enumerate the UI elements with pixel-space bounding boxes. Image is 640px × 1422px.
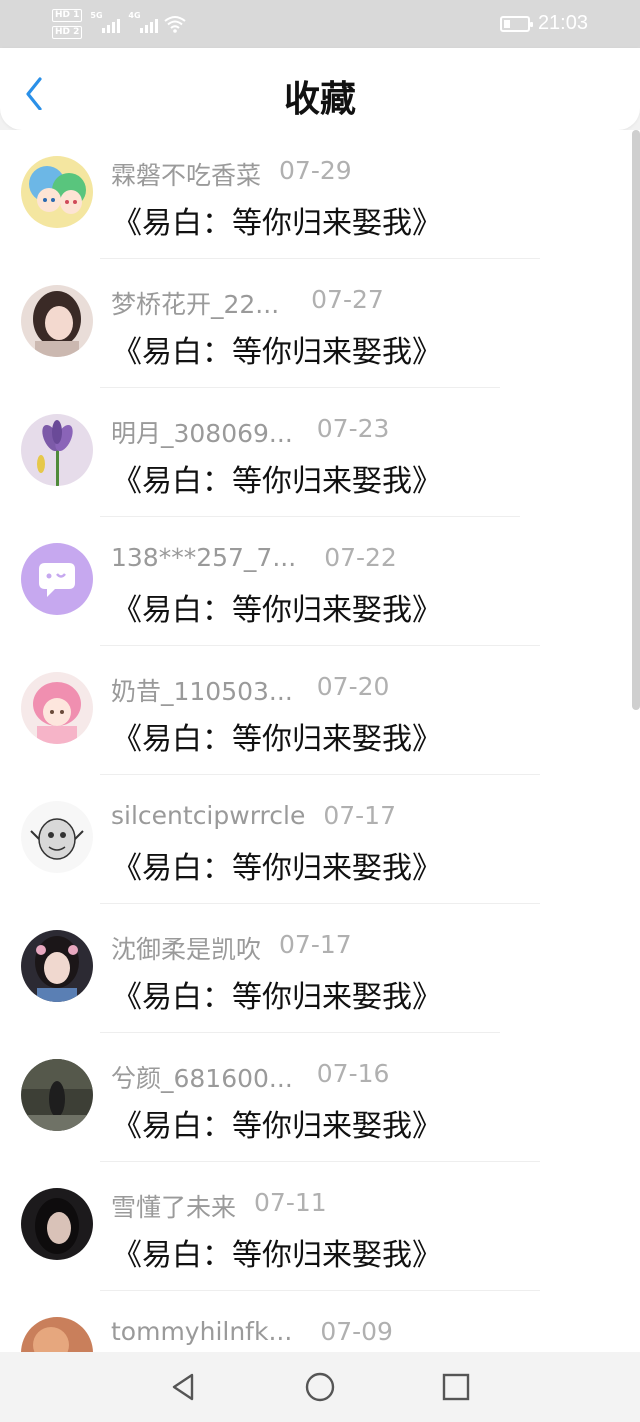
- username[interactable]: 明月_308069...: [111, 414, 293, 450]
- book-title[interactable]: 《易白：等你归来娶我》: [112, 843, 442, 887]
- list-item[interactable]: 138***257_7... 07-22 《易白：等你归来娶我》: [0, 517, 640, 646]
- date: 07-27: [311, 285, 384, 314]
- nav-back-button[interactable]: [166, 1370, 200, 1404]
- list-item[interactable]: 奶昔_110503... 07-20 《易白：等你归来娶我》: [0, 646, 640, 775]
- username[interactable]: 沈御柔是凯吹: [111, 930, 261, 966]
- avatar[interactable]: [21, 1188, 93, 1260]
- username[interactable]: 奶昔_110503...: [111, 672, 293, 708]
- item-meta: tommyhilnfk... 07-09: [111, 1317, 393, 1346]
- avatar[interactable]: [21, 1059, 93, 1131]
- item-meta: 明月_308069... 07-23: [111, 414, 389, 450]
- list-item[interactable]: 沈御柔是凯吹 07-17 《易白：等你归来娶我》: [0, 904, 640, 1033]
- sim2-badge: HD 2: [52, 26, 83, 39]
- book-title[interactable]: 《易白：等你归来娶我》: [112, 585, 442, 629]
- list-item[interactable]: 梦桥花开_22... 07-27 《易白：等你归来娶我》: [0, 259, 640, 388]
- status-bar: HD 1 HD 2 5G 4G 21:03: [0, 0, 640, 48]
- date: 07-23: [316, 414, 390, 443]
- username[interactable]: 霖磐不吃香菜: [111, 156, 261, 192]
- username[interactable]: 兮颜_681600...: [111, 1059, 293, 1095]
- book-title[interactable]: 《易白：等你归来娶我》: [112, 1101, 442, 1145]
- date: 07-16: [316, 1059, 390, 1088]
- item-meta: 沈御柔是凯吹 07-17: [111, 930, 352, 966]
- book-title[interactable]: 《易白：等你归来娶我》: [112, 972, 442, 1016]
- net2-label: 4G: [128, 11, 141, 20]
- avatar[interactable]: [21, 801, 93, 873]
- avatar[interactable]: [21, 1317, 93, 1352]
- system-nav-bar: [0, 1352, 640, 1422]
- book-title[interactable]: 《易白：等你归来娶我》: [112, 198, 442, 242]
- date: 07-17: [323, 801, 396, 830]
- status-right: 21:03: [499, 12, 588, 35]
- avatar[interactable]: [21, 156, 93, 228]
- item-meta: 雪懂了未来 07-11: [111, 1188, 327, 1224]
- square-recent-icon: [442, 1373, 470, 1401]
- list-item[interactable]: tommyhilnfk... 07-09: [0, 1291, 640, 1352]
- date: 07-11: [254, 1188, 327, 1217]
- net1-label: 5G: [90, 11, 103, 20]
- item-meta: 奶昔_110503... 07-20: [111, 672, 389, 708]
- status-time: 21:03: [537, 12, 588, 34]
- item-meta: 兮颜_681600... 07-16: [111, 1059, 389, 1095]
- page-title: 收藏: [283, 79, 356, 120]
- favorites-list[interactable]: 霖磐不吃香菜 07-29 《易白：等你归来娶我》 梦桥花开_22... 07-2…: [0, 130, 640, 1352]
- list-item[interactable]: silcentcipwrrcle 07-17 《易白：等你归来娶我》: [0, 775, 640, 904]
- list-item[interactable]: 霖磐不吃香菜 07-29 《易白：等你归来娶我》: [0, 130, 640, 259]
- book-title[interactable]: 《易白：等你归来娶我》: [112, 1230, 442, 1274]
- book-title[interactable]: 《易白：等你归来娶我》: [112, 456, 442, 500]
- circle-home-icon: [305, 1372, 335, 1402]
- book-title[interactable]: 《易白：等你归来娶我》: [112, 714, 442, 758]
- nav-recent-button[interactable]: [439, 1370, 473, 1404]
- username[interactable]: silcentcipwrrcle: [111, 801, 305, 830]
- avatar[interactable]: [21, 414, 93, 486]
- username[interactable]: 梦桥花开_22...: [111, 285, 279, 321]
- date: 07-09: [320, 1317, 393, 1346]
- signal-icon: 4G: [128, 11, 159, 33]
- username[interactable]: tommyhilnfk...: [111, 1317, 292, 1346]
- wifi-icon: [164, 15, 187, 33]
- username[interactable]: 雪懂了未来: [111, 1188, 236, 1224]
- item-meta: 霖磐不吃香菜 07-29: [111, 156, 352, 192]
- avatar[interactable]: [21, 543, 93, 615]
- signal-icon: 5G: [90, 11, 121, 33]
- battery-icon: [499, 15, 533, 32]
- date: 07-20: [316, 672, 390, 701]
- avatar[interactable]: [21, 930, 93, 1002]
- list-item[interactable]: 兮颜_681600... 07-16 《易白：等你归来娶我》: [0, 1033, 640, 1162]
- avatar[interactable]: [21, 285, 93, 357]
- app-header: 收藏: [0, 48, 640, 130]
- date: 07-17: [279, 930, 352, 959]
- nav-home-button[interactable]: [303, 1370, 337, 1404]
- avatar[interactable]: [21, 672, 93, 744]
- sim1-badge: HD 1: [52, 9, 83, 22]
- sim-indicators: HD 1 HD 2: [52, 9, 83, 39]
- date: 07-22: [324, 543, 397, 572]
- book-title[interactable]: 《易白：等你归来娶我》: [112, 327, 442, 371]
- triangle-back-icon: [172, 1373, 194, 1401]
- status-left: HD 1 HD 2 5G 4G: [52, 6, 187, 42]
- item-meta: 138***257_7... 07-22: [111, 543, 397, 572]
- username[interactable]: 138***257_7...: [111, 543, 296, 572]
- list-item[interactable]: 雪懂了未来 07-11 《易白：等你归来娶我》: [0, 1162, 640, 1291]
- date: 07-29: [279, 156, 352, 185]
- item-meta: 梦桥花开_22... 07-27: [111, 285, 384, 321]
- scrollbar[interactable]: [632, 130, 640, 710]
- list-item[interactable]: 明月_308069... 07-23 《易白：等你归来娶我》: [0, 388, 640, 517]
- item-meta: silcentcipwrrcle 07-17: [111, 801, 396, 830]
